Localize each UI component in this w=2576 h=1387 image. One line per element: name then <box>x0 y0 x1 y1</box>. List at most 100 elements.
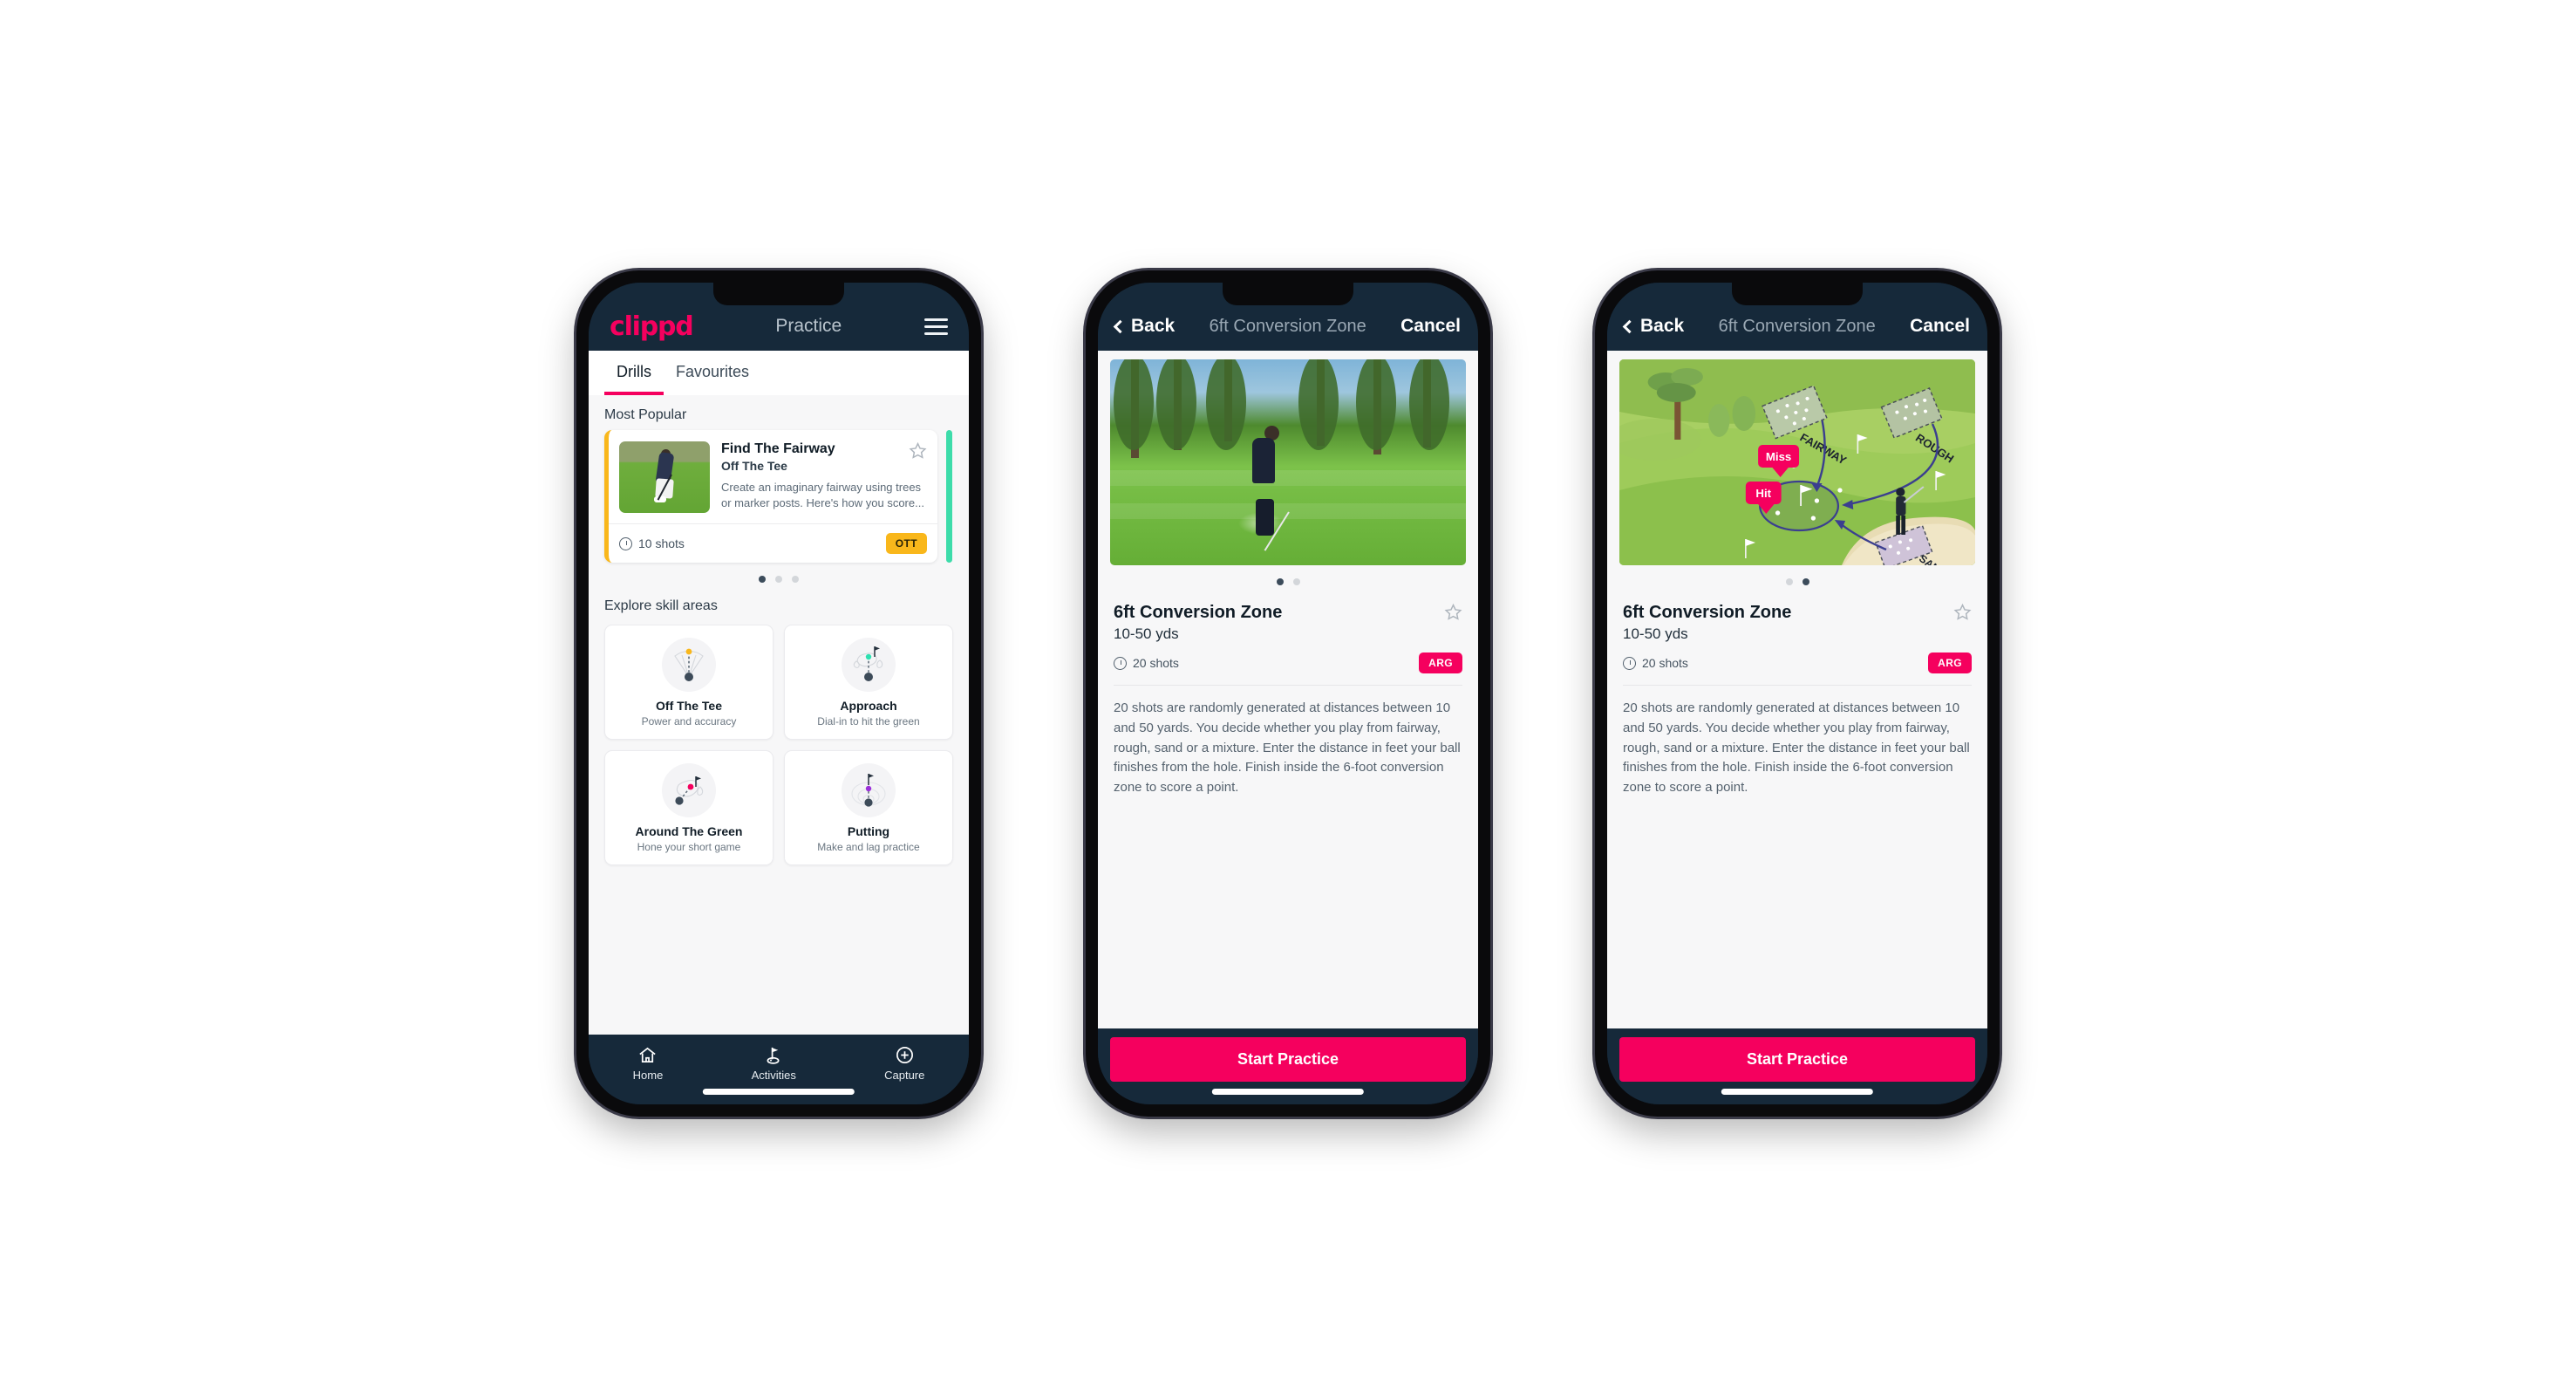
drill-shots: 10 shots <box>619 536 685 550</box>
tee-dispersion-icon <box>662 638 716 692</box>
drill-detail-title: 6ft Conversion Zone <box>1623 603 1792 622</box>
home-indicator <box>1721 1089 1874 1095</box>
skill-card-approach[interactable]: Approach Dial-in to hit the green <box>784 625 953 740</box>
skill-name: Off The Tee <box>656 699 722 713</box>
detail-content: FAIRWAY ROUGH Miss Hit 6ft Conversion Zo… <box>1607 351 1987 1028</box>
skill-name: Around The Green <box>635 824 743 838</box>
shots-clock-icon <box>619 536 632 550</box>
home-indicator <box>1211 1089 1365 1095</box>
tab-drills[interactable]: Drills <box>604 351 664 395</box>
nav-item-home[interactable]: Home <box>632 1045 664 1082</box>
hamburger-menu-icon[interactable] <box>924 318 948 335</box>
skill-card-off-the-tee[interactable]: Off The Tee Power and accuracy <box>604 625 773 740</box>
drill-carousel[interactable]: Find The Fairway Off The Tee Create an i… <box>589 430 969 563</box>
shots-clock-icon <box>1623 656 1636 670</box>
carousel-dot-1[interactable] <box>1785 578 1793 585</box>
putting-rings-icon <box>842 763 896 817</box>
chevron-left-icon <box>1622 319 1637 333</box>
phone-notch <box>1223 283 1353 305</box>
star-outline-icon[interactable] <box>909 441 927 460</box>
skill-desc: Make and lag practice <box>817 841 920 853</box>
plus-circle-icon <box>896 1047 913 1063</box>
nav-label: Home <box>632 1069 664 1082</box>
drill-detail-distance: 10-50 yds <box>1623 625 1688 642</box>
back-label: Back <box>1131 316 1176 336</box>
around-green-icon <box>662 763 716 817</box>
chevron-left-icon <box>1113 319 1128 333</box>
nav-label: Capture <box>884 1069 925 1082</box>
drill-title: Find The Fairway <box>721 441 835 456</box>
carousel-dots[interactable] <box>589 563 969 586</box>
golf-flag-icon <box>767 1047 780 1064</box>
skill-desc: Dial-in to hit the green <box>817 715 920 728</box>
drill-detail-description: 20 shots are randomly generated at dista… <box>1114 700 1461 796</box>
skill-name: Approach <box>840 699 897 713</box>
skill-name: Putting <box>847 824 890 838</box>
page-title: Practice <box>775 316 842 336</box>
phone-notch <box>713 283 844 305</box>
drill-shots: 20 shots <box>1114 656 1179 670</box>
carousel-dots[interactable] <box>1098 565 1478 589</box>
phone-practice-list: clippd Practice Drills Favourites Most P… <box>576 270 981 1117</box>
tab-bar: Drills Favourites <box>589 351 969 395</box>
carousel-dot-2[interactable] <box>1802 578 1809 585</box>
drill-detail-title: 6ft Conversion Zone <box>1114 603 1283 622</box>
drill-media-diagram[interactable]: FAIRWAY ROUGH Miss Hit <box>1619 359 1975 565</box>
drill-card[interactable]: Find The Fairway Off The Tee Create an i… <box>604 430 937 563</box>
clippd-logo: clippd <box>610 311 694 342</box>
phone-drill-detail-diagram: Back 6ft Conversion Zone Cancel FAIRWAY … <box>1595 270 2000 1117</box>
carousel-dot-1[interactable] <box>1276 578 1284 585</box>
practice-content: Most Popular Find The Fairway Off The Te… <box>589 395 969 1035</box>
detail-content: 6ft Conversion Zone 10-50 yds 20 shots A… <box>1098 351 1478 1028</box>
star-outline-icon[interactable] <box>1444 603 1462 621</box>
explore-skill-areas-label: Explore skill areas <box>604 598 718 613</box>
drill-detail-distance: 10-50 yds <box>1114 625 1179 642</box>
back-label: Back <box>1640 316 1685 336</box>
nav-item-activities[interactable]: Activities <box>752 1045 796 1082</box>
carousel-dot-2[interactable] <box>1292 578 1300 585</box>
back-button[interactable]: Back <box>1622 316 1685 337</box>
drill-detail-description: 20 shots are randomly generated at dista… <box>1623 700 1970 796</box>
star-outline-icon[interactable] <box>1953 603 1972 621</box>
cancel-button[interactable]: Cancel <box>1910 316 1970 337</box>
nav-label: Activities <box>751 1069 796 1082</box>
drill-shots-label: 10 shots <box>638 536 685 550</box>
tab-favourites[interactable]: Favourites <box>664 351 761 395</box>
nav-item-capture[interactable]: Capture <box>884 1045 924 1082</box>
drill-subtitle: Off The Tee <box>721 459 787 473</box>
drill-shots-label: 20 shots <box>1642 656 1688 670</box>
detail-title: 6ft Conversion Zone <box>1718 316 1876 336</box>
home-indicator <box>702 1089 855 1095</box>
skill-badge-ott: OTT <box>885 533 927 554</box>
svg-text:Hit: Hit <box>1755 487 1771 500</box>
drill-media-photo[interactable] <box>1110 359 1466 565</box>
svg-text:Miss: Miss <box>1766 450 1791 463</box>
next-card-peek[interactable] <box>946 430 952 563</box>
phone-notch <box>1732 283 1863 305</box>
home-icon <box>639 1047 657 1063</box>
skill-badge-arg: ARG <box>1419 653 1462 673</box>
start-practice-button[interactable]: Start Practice <box>1619 1037 1975 1082</box>
phone-drill-detail-photo: Back 6ft Conversion Zone Cancel 6ft Conv… <box>1086 270 1490 1117</box>
approach-green-icon <box>842 638 896 692</box>
back-button[interactable]: Back <box>1113 316 1176 337</box>
carousel-dot-2[interactable] <box>775 576 782 583</box>
start-practice-button[interactable]: Start Practice <box>1110 1037 1466 1082</box>
drill-shots-label: 20 shots <box>1133 656 1179 670</box>
carousel-dots[interactable] <box>1607 565 1987 589</box>
skill-card-around-the-green[interactable]: Around The Green Hone your short game <box>604 750 773 865</box>
detail-title: 6ft Conversion Zone <box>1209 316 1366 336</box>
skill-badge-arg: ARG <box>1928 653 1972 673</box>
drill-shots: 20 shots <box>1623 656 1688 670</box>
screenshot-stage: clippd Practice Drills Favourites Most P… <box>0 0 2576 1387</box>
carousel-dot-3[interactable] <box>792 576 799 583</box>
skill-desc: Power and accuracy <box>641 715 737 728</box>
shots-clock-icon <box>1114 656 1127 670</box>
skill-card-putting[interactable]: Putting Make and lag practice <box>784 750 953 865</box>
drill-thumbnail <box>619 441 710 513</box>
cancel-button[interactable]: Cancel <box>1400 316 1461 337</box>
skill-areas-grid: Off The Tee Power and accuracy Approach … <box>589 621 969 865</box>
drill-description: Create an imaginary fairway using trees … <box>721 481 924 510</box>
carousel-dot-1[interactable] <box>759 576 766 583</box>
most-popular-label: Most Popular <box>604 407 687 422</box>
